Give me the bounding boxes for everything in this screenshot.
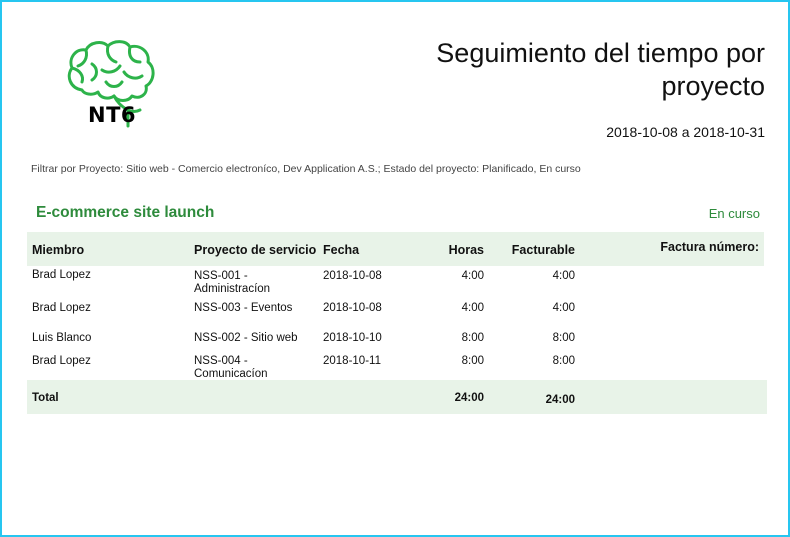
filter-text: Filtrar por Proyecto: Sitio web - Comerc… <box>31 163 581 175</box>
cell-date: 2018-10-08 <box>323 270 382 282</box>
cell-date: 2018-10-10 <box>323 332 382 344</box>
table-row: Brad Lopez NSS-003 - Eventos 2018-10-08 … <box>27 298 767 328</box>
cell-project: NSS-003 - Eventos <box>194 302 293 314</box>
table-header: Miembro Proyecto de servicio Fecha Horas… <box>27 232 764 266</box>
cell-project: NSS-002 - Sitio web <box>194 332 298 344</box>
project-name: E-commerce site launch <box>36 204 215 221</box>
cell-project: NSS-001 - Administracíon <box>194 270 271 295</box>
table-row: Brad Lopez NSS-001 - Administracíon 2018… <box>27 266 767 298</box>
report-title-line2: proyecto <box>661 71 765 101</box>
header-member: Miembro <box>32 243 85 257</box>
table-row: Brad Lopez NSS-004 - Comunicacíon 2018-1… <box>27 351 767 380</box>
cell-member: Brad Lopez <box>32 302 91 314</box>
date-range: 2018-10-08 a 2018-10-31 <box>606 124 765 140</box>
total-row: Total 24:00 24:00 <box>27 380 767 414</box>
cell-hours: 8:00 <box>461 332 484 344</box>
cell-member: Brad Lopez <box>32 269 91 281</box>
logo-text: NT6 <box>88 103 137 127</box>
total-label: Total <box>32 392 59 404</box>
total-hours: 24:00 <box>454 392 484 404</box>
cell-date: 2018-10-08 <box>323 302 382 314</box>
cell-member: Luis Blanco <box>32 332 92 344</box>
cell-date: 2018-10-11 <box>323 355 381 367</box>
header-invoice: Factura número: <box>660 240 759 254</box>
header-project: Proyecto de servicio <box>194 243 317 257</box>
table-row: Luis Blanco NSS-002 - Sitio web 2018-10-… <box>27 328 767 351</box>
time-table: Miembro Proyecto de servicio Fecha Horas… <box>27 232 767 414</box>
total-billable: 24:00 <box>545 394 575 406</box>
report-title-line1: Seguimiento del tiempo por <box>436 38 765 68</box>
cell-project: NSS-004 - Comunicacíon <box>194 355 268 380</box>
header-billable: Facturable <box>511 243 575 257</box>
cell-billable: 8:00 <box>552 332 575 344</box>
cell-hours: 8:00 <box>461 355 484 367</box>
report-title: Seguimiento del tiempo por proyecto <box>345 37 765 103</box>
cell-member: Brad Lopez <box>32 355 91 367</box>
project-status: En curso <box>708 206 760 221</box>
cell-hours: 4:00 <box>461 302 484 314</box>
cell-billable: 4:00 <box>552 270 575 282</box>
cell-hours: 4:00 <box>461 270 484 282</box>
cell-billable: 8:00 <box>552 355 575 367</box>
cell-billable: 4:00 <box>552 302 575 314</box>
header-date: Fecha <box>323 243 360 257</box>
header-hours: Horas <box>448 243 484 257</box>
